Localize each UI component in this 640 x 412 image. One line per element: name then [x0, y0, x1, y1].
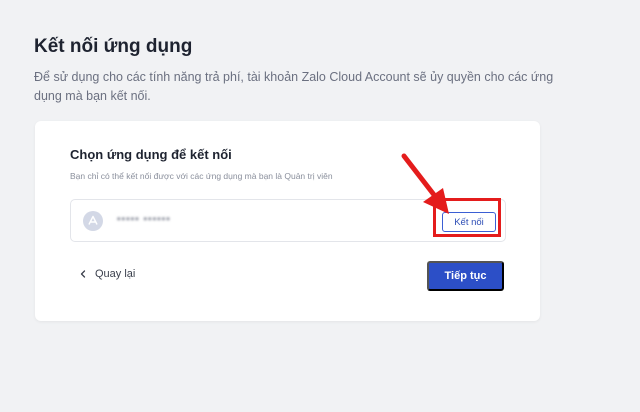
page: Kết nối ứng dụng Để sử dụng cho các tính…	[0, 0, 640, 412]
chevron-left-icon	[80, 270, 86, 278]
card-title: Chọn ứng dụng để kết nối	[70, 147, 232, 162]
continue-button[interactable]: Tiếp tục	[427, 261, 504, 291]
connect-app-card: Chọn ứng dụng để kết nối Bạn chỉ có thể …	[35, 121, 540, 321]
back-label: Quay lại	[95, 268, 136, 280]
connect-button[interactable]: Kết nối	[442, 212, 496, 232]
page-description: Để sử dụng cho các tính năng trả phí, tà…	[34, 70, 554, 103]
back-link[interactable]: Quay lại	[79, 268, 135, 280]
card-subtitle: Bạn chỉ có thể kết nối được với các ứng …	[70, 171, 333, 181]
app-store-icon	[83, 211, 103, 231]
app-list-item: ▪▪▪▪▪ ▪▪▪▪▪▪ Kết nối	[70, 199, 506, 242]
app-store-icon-glyph	[88, 215, 98, 225]
page-title: Kết nối ứng dụng	[34, 36, 193, 57]
app-name-redacted: ▪▪▪▪▪ ▪▪▪▪▪▪	[117, 214, 171, 225]
